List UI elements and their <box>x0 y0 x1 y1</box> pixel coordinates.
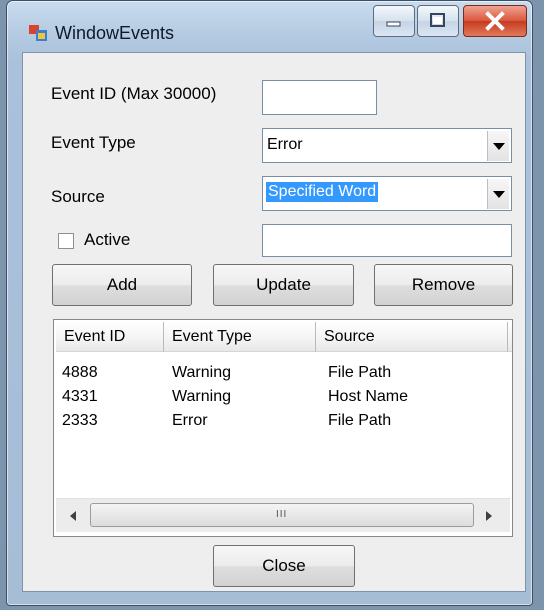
window-app-icon <box>29 25 47 41</box>
scrollbar-grip: III <box>276 509 288 520</box>
scrollbar-thumb[interactable]: III <box>90 503 474 527</box>
minimize-icon <box>386 21 401 27</box>
cell-event-id: 4331 <box>62 388 98 405</box>
event-type-value: Error <box>267 136 303 153</box>
event-id-input[interactable] <box>262 80 377 115</box>
chevron-down-icon <box>493 143 505 150</box>
close-window-button[interactable] <box>463 5 527 37</box>
cell-event-type: Warning <box>172 388 231 405</box>
window-title: WindowEvents <box>55 23 175 43</box>
event-type-dropdown-button[interactable] <box>487 131 509 161</box>
cell-event-type: Warning <box>172 364 231 381</box>
active-label[interactable]: Active <box>84 230 130 250</box>
event-id-label: Event ID (Max 30000) <box>51 84 217 103</box>
source-dropdown[interactable]: Specified Word <box>262 176 512 211</box>
cell-event-type: Error <box>172 412 208 429</box>
update-button[interactable]: Update <box>213 264 354 306</box>
word-input[interactable] <box>262 224 512 257</box>
close-icon <box>485 11 505 31</box>
list-item[interactable]: 4331 Warning Host Name <box>54 388 510 412</box>
column-header-event-type[interactable]: Event Type <box>164 322 316 352</box>
active-checkbox[interactable] <box>58 233 74 249</box>
remove-button[interactable]: Remove <box>374 264 513 306</box>
list-item[interactable]: 2333 Error File Path <box>54 412 510 436</box>
close-button[interactable]: Close <box>213 545 355 587</box>
horizontal-scrollbar[interactable]: III <box>56 498 510 532</box>
event-type-dropdown[interactable]: Error <box>262 128 512 163</box>
cell-source: File Path <box>328 364 392 381</box>
cell-event-id: 4888 <box>62 364 98 381</box>
source-value: Specified Word <box>266 182 379 202</box>
column-header-source[interactable]: Source <box>316 322 508 352</box>
maximize-icon <box>430 13 445 27</box>
list-item[interactable]: 4888 Warning File Path <box>54 364 510 388</box>
source-dropdown-button[interactable] <box>487 179 509 209</box>
scroll-right-arrow-icon[interactable] <box>486 511 492 521</box>
chevron-down-icon <box>493 191 505 198</box>
minimize-button[interactable] <box>373 5 415 37</box>
add-button[interactable]: Add <box>52 264 192 306</box>
column-header-filler <box>508 322 512 352</box>
source-label: Source <box>51 187 105 206</box>
cell-source: File Path <box>328 412 392 429</box>
maximize-button[interactable] <box>417 5 459 37</box>
events-list[interactable]: Event ID Event Type Source 4888 Warning … <box>53 319 513 537</box>
scroll-left-arrow-icon[interactable] <box>70 511 76 521</box>
cell-source: Host Name <box>328 388 409 405</box>
cell-event-id: 2333 <box>62 412 98 429</box>
column-header-event-id[interactable]: Event ID <box>56 322 164 352</box>
event-type-label: Event Type <box>51 133 136 152</box>
